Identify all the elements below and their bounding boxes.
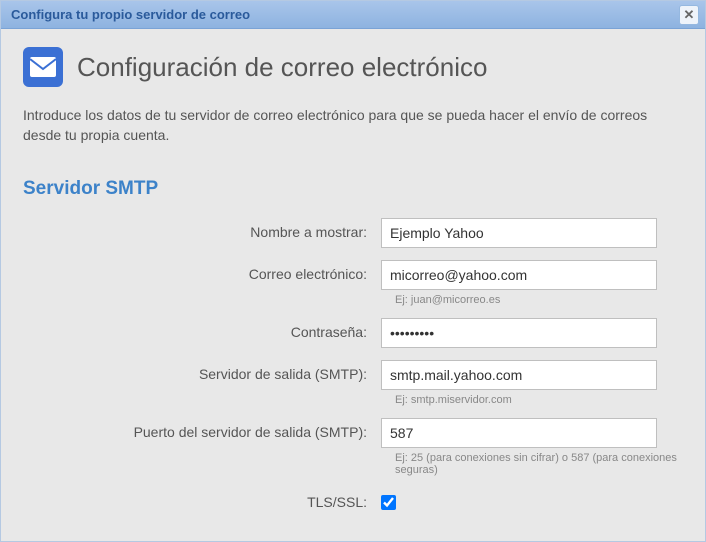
- hint-smtp-port: Ej: 25 (para conexiones sin cifrar) o 58…: [395, 452, 683, 476]
- display-name-input[interactable]: [381, 218, 657, 248]
- smtp-server-input[interactable]: [381, 360, 657, 390]
- close-icon: ✕: [684, 7, 695, 23]
- smtp-port-input[interactable]: [381, 418, 657, 448]
- row-tls: TLS/SSL:: [23, 488, 683, 513]
- hint-email: Ej: juan@micorreo.es: [395, 294, 683, 306]
- row-email: Correo electrónico:: [23, 260, 683, 290]
- mail-config-dialog: Configura tu propio servidor de correo ✕…: [0, 0, 706, 542]
- close-button[interactable]: ✕: [679, 5, 699, 25]
- hint-smtp-server: Ej: smtp.miservidor.com: [395, 394, 683, 406]
- page-title: Configuración de correo electrónico: [77, 52, 487, 83]
- email-input[interactable]: [381, 260, 657, 290]
- tls-checkbox[interactable]: [381, 495, 396, 510]
- titlebar-title: Configura tu propio servidor de correo: [11, 7, 250, 22]
- row-smtp-port: Puerto del servidor de salida (SMTP):: [23, 418, 683, 448]
- row-display-name: Nombre a mostrar:: [23, 218, 683, 248]
- row-password: Contraseña:: [23, 318, 683, 348]
- row-smtp-server: Servidor de salida (SMTP):: [23, 360, 683, 390]
- label-smtp-server: Servidor de salida (SMTP):: [23, 360, 381, 382]
- label-password: Contraseña:: [23, 318, 381, 340]
- label-tls: TLS/SSL:: [23, 488, 381, 510]
- label-display-name: Nombre a mostrar:: [23, 218, 381, 240]
- label-email: Correo electrónico:: [23, 260, 381, 282]
- intro-text: Introduce los datos de tu servidor de co…: [23, 105, 683, 146]
- header: Configuración de correo electrónico: [23, 47, 683, 87]
- section-title: Servidor SMTP: [23, 178, 683, 200]
- titlebar: Configura tu propio servidor de correo ✕: [1, 1, 705, 29]
- label-smtp-port: Puerto del servidor de salida (SMTP):: [23, 418, 381, 440]
- mail-icon: [23, 47, 63, 87]
- dialog-content: Configuración de correo electrónico Intr…: [1, 29, 705, 541]
- password-input[interactable]: [381, 318, 657, 348]
